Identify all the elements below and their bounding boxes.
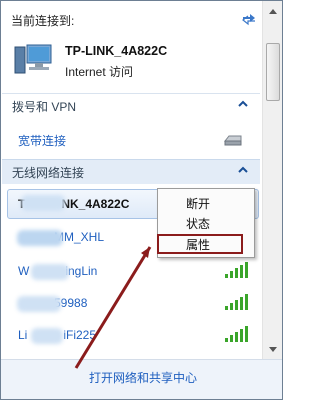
- broadband-label: 宽带连接: [18, 134, 67, 148]
- chevron-up-icon: [238, 166, 248, 173]
- section-wireless[interactable]: 无线网络连接: [2, 159, 260, 184]
- redaction-blur: [17, 296, 61, 312]
- signal-strength-icon: [225, 262, 248, 278]
- refresh-button[interactable]: [239, 10, 259, 28]
- menu-item-label: 状态: [186, 217, 211, 231]
- broadband-connection-item[interactable]: 宽带连接: [2, 125, 260, 153]
- chevron-up-icon: [238, 100, 248, 107]
- scroll-up-button[interactable]: [264, 2, 281, 19]
- network-flyout: 当前连接到: TP-LINK_4A822C Internet 访问 拨号和 VP…: [0, 0, 283, 400]
- current-network-status: Internet 访问: [65, 65, 134, 79]
- menu-item-label: 断开: [186, 197, 211, 211]
- network-monitor-icon: [14, 44, 52, 74]
- section-dialup-vpn[interactable]: 拨号和 VPN: [2, 93, 260, 118]
- triangle-down-icon: [268, 346, 277, 352]
- vertical-scrollbar[interactable]: [262, 1, 282, 359]
- current-network-name: TP-LINK_4A822C: [65, 44, 168, 58]
- network-sharing-center-link[interactable]: 打开网络和共享中心: [89, 369, 197, 386]
- triangle-up-icon: [268, 8, 277, 14]
- footer-bar: 打开网络和共享中心: [1, 359, 282, 399]
- scroll-down-button[interactable]: [264, 341, 281, 358]
- signal-strength-icon: [225, 326, 248, 342]
- menu-item-status[interactable]: 状态: [158, 212, 254, 232]
- section-dialup-label: 拨号和 VPN: [12, 100, 77, 114]
- refresh-arrows-icon: [242, 14, 255, 26]
- redaction-blur: [21, 195, 65, 211]
- menu-item-disconnect[interactable]: 断开: [158, 192, 254, 212]
- highlight-box: [157, 234, 243, 254]
- section-wireless-label: 无线网络连接: [12, 166, 85, 180]
- scroll-thumb[interactable]: [266, 43, 280, 101]
- modem-icon: [223, 135, 242, 146]
- signal-strength-icon: [225, 294, 248, 310]
- redaction-blur: [17, 230, 63, 246]
- redaction-blur: [31, 264, 69, 280]
- redaction-blur: [31, 328, 63, 344]
- connected-to-title: 当前连接到:: [11, 14, 75, 28]
